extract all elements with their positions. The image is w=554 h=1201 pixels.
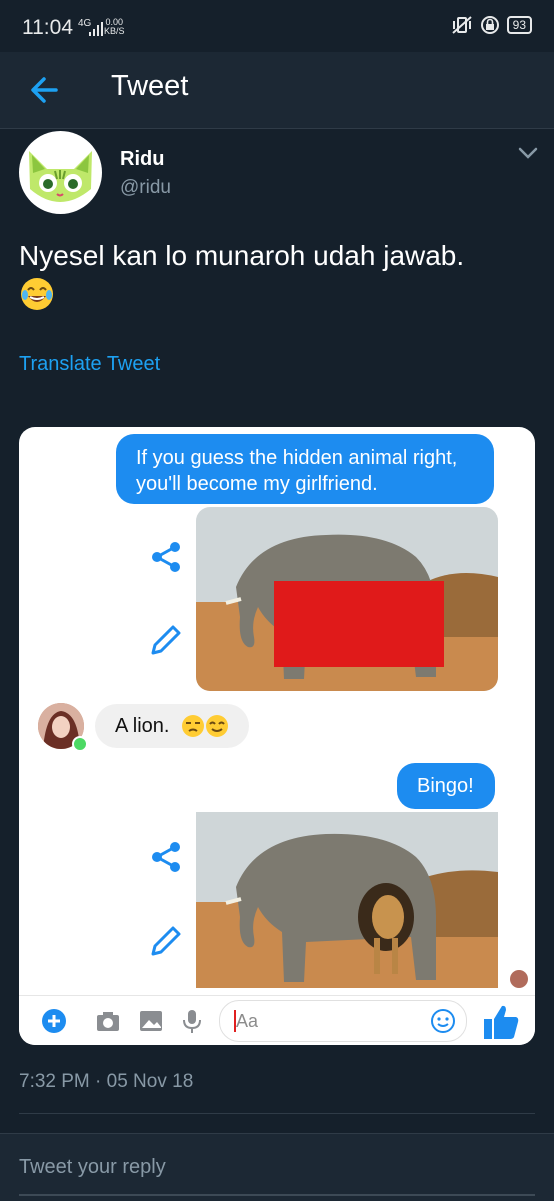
- share-icon: [152, 842, 180, 872]
- status-icons: 93: [451, 16, 532, 34]
- message-line: If you guess the hidden animal right,: [136, 447, 458, 469]
- status-time: 11:04: [22, 16, 73, 39]
- elephant-photo-censored: [196, 507, 498, 691]
- tweet-timestamp: 7:32 PM · 05 Nov 18: [19, 1071, 194, 1092]
- thumbs-up-icon: [484, 1005, 519, 1039]
- chevron-down-icon[interactable]: [517, 145, 539, 161]
- emoji-icon: [431, 1009, 455, 1033]
- speed-unit: KB/S: [104, 26, 125, 36]
- share-icon: [152, 542, 180, 572]
- tweet-image[interactable]: If you guess the hidden animal right, yo…: [19, 427, 535, 1045]
- reply-underline: [19, 1194, 535, 1196]
- chat-bubble-incoming: A lion.: [95, 704, 249, 748]
- cat-avatar-icon: [29, 151, 92, 202]
- camera-icon: [97, 1012, 119, 1031]
- vibrate-icon: [451, 16, 472, 34]
- lock-icon: [480, 16, 499, 34]
- arrow-left-icon[interactable]: [26, 70, 66, 110]
- top-app-bar: Tweet: [0, 52, 554, 129]
- network-speed: 0.00 KB/S: [104, 18, 125, 36]
- battery-indicator: 93: [506, 16, 532, 34]
- smiling-emoji-icon: [206, 715, 228, 737]
- signal-icon: [89, 22, 103, 36]
- chat-bubble-outgoing: Bingo!: [397, 763, 495, 809]
- avatar[interactable]: [19, 131, 102, 214]
- online-status-dot: [72, 736, 88, 752]
- divider: [19, 1113, 535, 1114]
- laughing-emoji-icon: [21, 278, 53, 310]
- message-text: A lion.: [115, 715, 170, 737]
- message-text: Bingo!: [417, 775, 474, 797]
- pencil-icon: [151, 926, 181, 956]
- elephant-lion-photo: [196, 812, 498, 988]
- author-handle[interactable]: @ridu: [120, 177, 171, 199]
- message-input-placeholder: Aa: [236, 1011, 259, 1031]
- pencil-icon: [151, 625, 181, 655]
- translate-tweet-link[interactable]: Translate Tweet: [19, 353, 160, 376]
- elephant-with-lion-image: [196, 812, 498, 988]
- messenger-composer: Aa: [19, 995, 535, 1045]
- message-line: you'll become my girlfriend.: [136, 473, 378, 495]
- page-title: Tweet: [111, 70, 189, 102]
- message-input: Aa: [219, 1000, 467, 1042]
- author-name[interactable]: Ridu: [120, 148, 164, 171]
- reply-input-placeholder[interactable]: Tweet your reply: [19, 1156, 166, 1179]
- plus-circle-icon: [42, 1009, 66, 1033]
- microphone-icon: [183, 1010, 201, 1033]
- reply-bar[interactable]: Tweet your reply: [0, 1133, 554, 1201]
- censor-block: [274, 581, 444, 667]
- status-bar: 11:04 4G 0.00 KB/S 93: [0, 0, 554, 52]
- unamused-emoji-icon: [182, 715, 204, 737]
- chat-bubble-outgoing: If you guess the hidden animal right, yo…: [116, 434, 494, 504]
- elephant-image: [196, 507, 498, 691]
- seen-avatar: [510, 970, 528, 988]
- gallery-icon: [140, 1011, 162, 1031]
- tweet-text: Nyesel kan lo munaroh udah jawab.: [19, 240, 465, 271]
